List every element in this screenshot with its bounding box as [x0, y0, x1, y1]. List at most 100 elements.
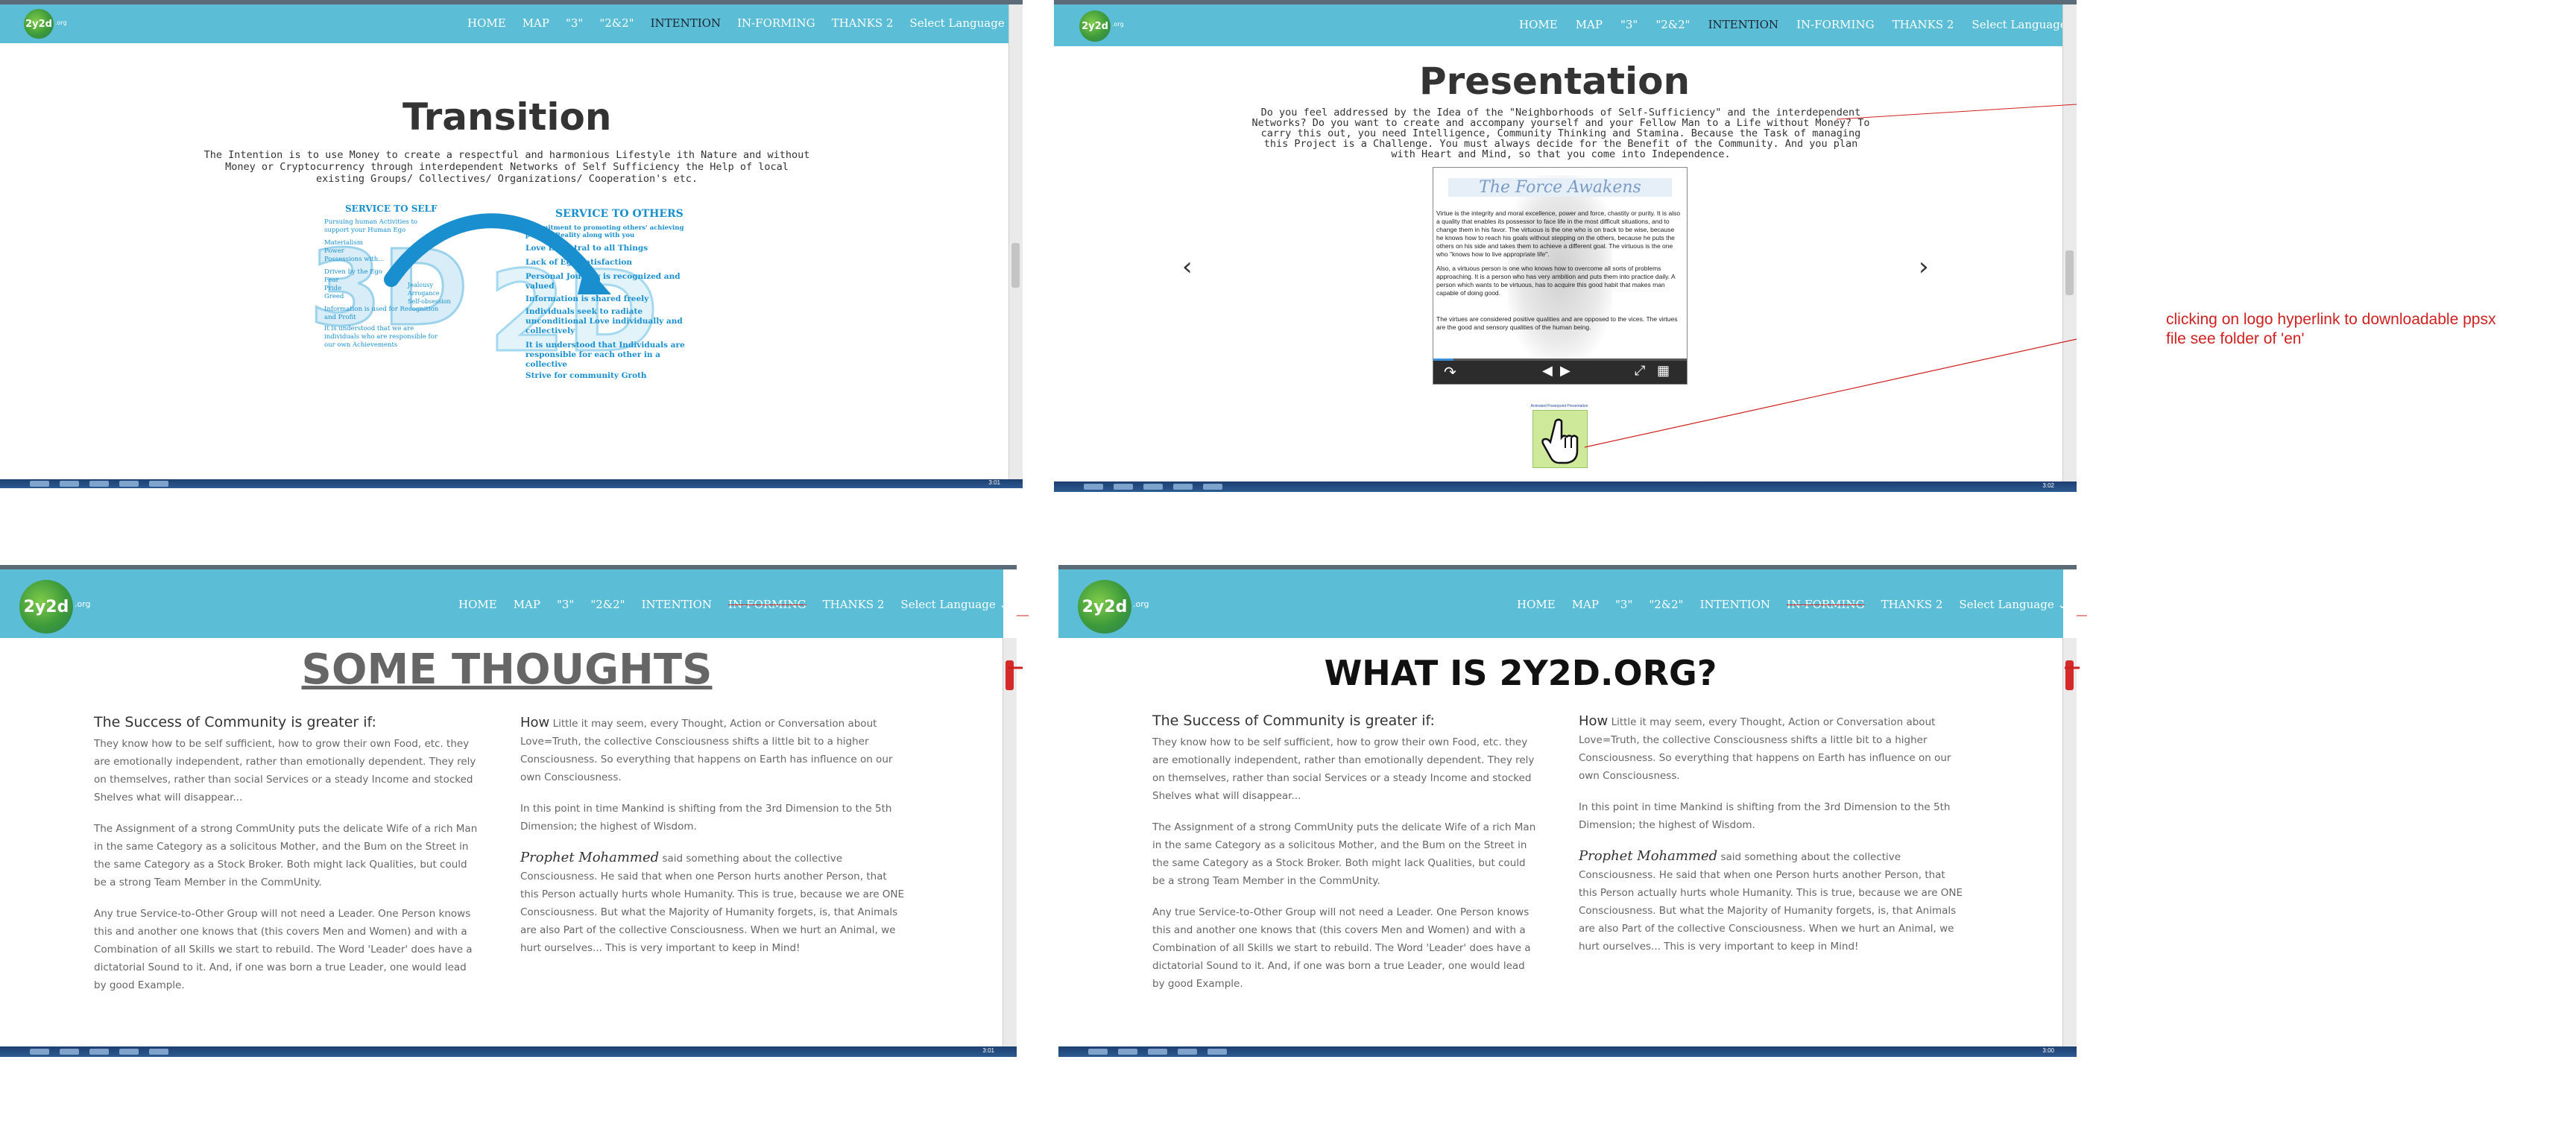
article-left-column: The Success of Community is greater if: …	[94, 714, 482, 1008]
nav-in-forming[interactable]: IN-FORMING	[737, 16, 815, 30]
logo-suffix: .org	[55, 19, 67, 26]
taskbar-icon[interactable]	[1203, 484, 1222, 490]
site-logo[interactable]: 2y2d	[1078, 580, 1131, 634]
list-item: Pursuing human Activities to support you…	[324, 218, 417, 234]
taskbar-icon[interactable]	[30, 1049, 49, 1055]
nav-home[interactable]: HOME	[467, 16, 506, 30]
nav-home[interactable]: HOME	[458, 598, 497, 611]
nav-select-language[interactable]: Select Language ⌄	[909, 16, 1017, 30]
taskbar-icon[interactable]	[149, 481, 168, 487]
carousel-next-arrow[interactable]: ›	[1919, 252, 1929, 282]
article-paragraph: Any true Service-to-Other Group will not…	[94, 908, 473, 991]
nav-thanks-2[interactable]: THANKS 2	[832, 16, 894, 30]
taskbar-icon[interactable]	[1173, 484, 1193, 490]
article-right-column: How Little it may seem, every Thought, A…	[1579, 713, 1966, 969]
grid-view-icon[interactable]: ▦	[1657, 363, 1670, 379]
next-slide-icon[interactable]: ▶	[1560, 363, 1570, 379]
nav-3[interactable]: "3"	[1620, 18, 1638, 31]
site-logo[interactable]: 2y2d	[19, 580, 73, 634]
taskbar-icon[interactable]	[1178, 1049, 1197, 1055]
slide-paragraph: Also, a virtuous person is one who knows…	[1436, 265, 1676, 297]
page-scrollbar[interactable]	[1003, 638, 1017, 1046]
taskbar-clock: 3:01	[988, 479, 1000, 486]
taskbar-clock: 3:02	[2042, 482, 2054, 489]
nav-3[interactable]: "3"	[1615, 598, 1632, 611]
nav-thanks-2[interactable]: THANKS 2	[1881, 598, 1943, 611]
nav-home[interactable]: HOME	[1517, 598, 1556, 611]
taskbar-icon[interactable]	[1084, 484, 1103, 490]
list-item: Possessions with...	[324, 256, 385, 263]
nav-map[interactable]: MAP	[1576, 18, 1603, 31]
nav-intention[interactable]: INTENTION	[642, 598, 712, 611]
taskbar-icon[interactable]	[30, 481, 49, 487]
nav-map[interactable]: MAP	[514, 598, 540, 611]
nav-in-forming[interactable]: IN-FORMING	[1796, 18, 1875, 31]
nav-select-language[interactable]: Select Language ⌄	[1972, 18, 2077, 31]
taskbar-icon[interactable]	[1143, 484, 1163, 490]
taskbar-icon[interactable]	[1208, 1049, 1227, 1055]
list-item: Strive for community Groth	[525, 371, 647, 380]
taskbar-icon[interactable]	[1148, 1049, 1167, 1055]
slide-text: Virtue is the integrity and moral excell…	[1436, 209, 1682, 332]
nav-thanks-2[interactable]: THANKS 2	[823, 598, 885, 611]
list-item: Individuals seek to radiate unconditiona…	[525, 307, 683, 335]
taskbar-icon[interactable]	[60, 1049, 79, 1055]
page-scrollbar[interactable]	[2062, 4, 2077, 481]
taskbar-icon[interactable]	[60, 481, 79, 487]
scrollbar-thumb[interactable]	[2065, 250, 2074, 295]
intro-text: The Intention is to use Money to create …	[203, 149, 810, 185]
nav-map[interactable]: MAP	[523, 16, 549, 30]
taskbar-icon[interactable]	[119, 481, 139, 487]
fullscreen-icon[interactable]: ⤢	[1635, 363, 1645, 379]
nav-2and2[interactable]: "2&2"	[599, 16, 634, 30]
nav-2and2[interactable]: "2&2"	[590, 598, 625, 611]
nav-home[interactable]: HOME	[1519, 18, 1558, 31]
share-icon[interactable]: ↷	[1444, 363, 1456, 382]
nav-select-language[interactable]: Select Language ⌄	[1959, 598, 2067, 611]
taskbar-icon[interactable]	[1118, 1049, 1137, 1055]
taskbar-icon[interactable]	[1088, 1049, 1108, 1055]
taskbar: 3:01	[0, 479, 1023, 488]
service-to-self-heading: SERVICE TO SELF	[345, 203, 438, 214]
article-paragraph: The Assignment of a strong CommUnity put…	[1152, 821, 1536, 887]
site-logo[interactable]: 2y2d	[1079, 10, 1111, 42]
taskbar-icon[interactable]	[1114, 484, 1133, 490]
page-scrollbar[interactable]	[1008, 4, 1023, 479]
nav-map[interactable]: MAP	[1572, 598, 1599, 611]
scrollbar-thumb[interactable]	[1011, 243, 1020, 288]
slide-paragraph: The virtues are considered positive qual…	[1436, 315, 1678, 331]
slide-player[interactable]: The Force Awakens Virtue is the integrit…	[1433, 167, 1688, 385]
nav-3[interactable]: "3"	[557, 598, 574, 611]
nav-in-forming[interactable]: IN-FORMING	[728, 598, 806, 611]
nav-intention[interactable]: INTENTION	[1708, 18, 1778, 31]
taskbar-icon[interactable]	[149, 1049, 168, 1055]
service-diagram: 3D 2D SERVICE TO SELF Pursuing human Act…	[309, 198, 704, 406]
nav-intention[interactable]: INTENTION	[1700, 598, 1770, 611]
article-paragraph: How Little it may seem, every Thought, A…	[1579, 713, 1966, 785]
previous-slide-icon[interactable]: ◀	[1542, 363, 1553, 379]
nav-3[interactable]: "3"	[566, 16, 583, 30]
taskbar-icon[interactable]	[119, 1049, 139, 1055]
player-controls: ↷ ◀ ▶ ⤢ ▦	[1433, 359, 1687, 384]
paragraph-text: said something about the collective Cons…	[520, 853, 905, 954]
list-item: Power	[324, 247, 344, 255]
progress-track[interactable]	[1433, 359, 1687, 361]
site-logo[interactable]: 2y2d	[24, 9, 54, 39]
page-title: SOME THOUGHTS	[301, 645, 713, 694]
scrollbar-thumb[interactable]	[2065, 660, 2074, 690]
slide-title: The Force Awakens	[1448, 178, 1672, 197]
page-scrollbar[interactable]	[2062, 638, 2077, 1046]
logo-suffix: .org	[1133, 599, 1149, 609]
download-logo-link[interactable]	[1532, 410, 1588, 468]
nav-2and2[interactable]: "2&2"	[1655, 18, 1690, 31]
carousel-prev-arrow[interactable]: ‹	[1182, 252, 1193, 282]
nav-intention[interactable]: INTENTION	[651, 16, 721, 30]
nav-select-language[interactable]: Select Language ⌄	[900, 598, 1008, 611]
scrollbar-thumb[interactable]	[1006, 660, 1014, 690]
nav-2and2[interactable]: "2&2"	[1649, 598, 1683, 611]
chevron-down-icon: ⌄	[999, 598, 1009, 611]
nav-in-forming[interactable]: IN-FORMING	[1787, 598, 1865, 611]
nav-thanks-2[interactable]: THANKS 2	[1892, 18, 1954, 31]
taskbar-icon[interactable]	[89, 1049, 109, 1055]
taskbar-icon[interactable]	[89, 481, 109, 487]
